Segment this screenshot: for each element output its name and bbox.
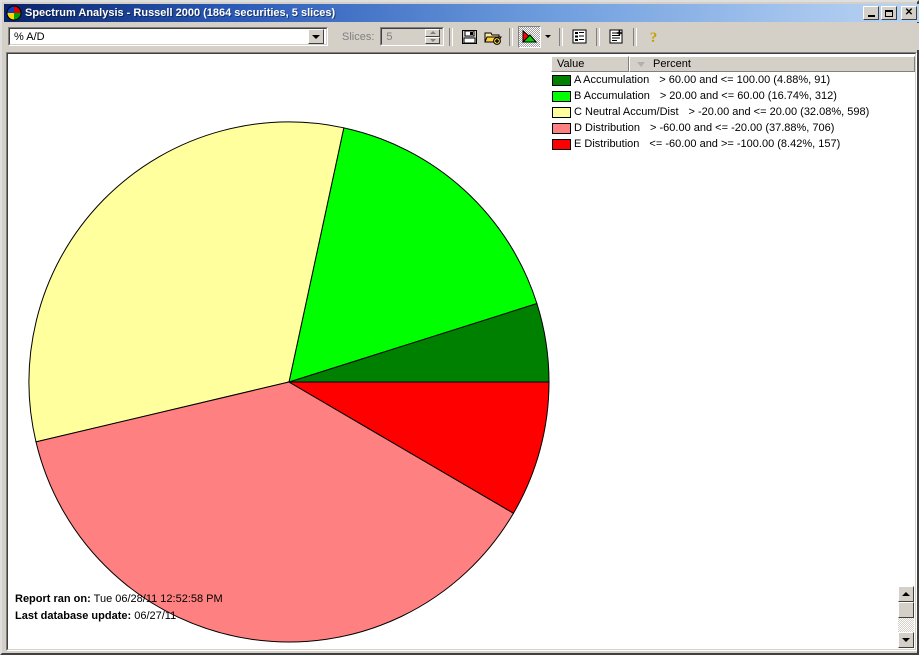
triangle-down-icon <box>429 38 436 42</box>
legend-panel: Value Percent A Accumulation > 60.00 and … <box>551 56 915 152</box>
legend-range: > 20.00 and <= 60.00 (16.74%, 312) <box>659 90 837 102</box>
toolbar-separator <box>509 27 514 46</box>
slices-value: 5 <box>386 30 393 43</box>
slices-label: Slices: <box>342 30 375 43</box>
open-add-icon[interactable] <box>481 26 504 48</box>
triangle-down-glyph <box>544 35 551 38</box>
chevron-down-icon[interactable] <box>308 29 324 44</box>
legend-row[interactable]: A Accumulation > 60.00 and <= 100.00 (4.8… <box>551 72 915 88</box>
window-title: Spectrum Analysis - Russell 2000 (1864 s… <box>25 7 336 19</box>
report-ran-label: Report ran on: <box>15 593 91 605</box>
minimize-icon <box>867 14 875 17</box>
legend-color-swatch <box>552 90 571 102</box>
window-controls: ✕ <box>863 6 917 20</box>
legend-range: <= -60.00 and >= -100.00 (8.42%, 157) <box>649 138 841 150</box>
pie-chart-svg[interactable] <box>8 54 551 649</box>
close-icon: ✕ <box>904 6 914 18</box>
legend-label: A Accumulation <box>574 74 650 86</box>
close-button[interactable]: ✕ <box>901 6 917 20</box>
toolbar-separator <box>449 27 454 46</box>
save-icon[interactable] <box>458 26 481 48</box>
report-ran-value: Tue 06/28/11 12:52:58 PM <box>93 593 223 605</box>
triangle-up-icon <box>902 592 910 596</box>
report-ran-line: Report ran on: Tue 06/28/11 12:52:58 PM <box>15 591 435 608</box>
legend-label: B Accumulation <box>574 90 650 102</box>
toolbar-separator <box>559 27 564 46</box>
legend-row[interactable]: C Neutral Accum/Dist > -20.00 and <= 20.0… <box>551 104 915 120</box>
triangle-down-icon <box>902 638 910 642</box>
report-canvas: Value Percent A Accumulation > 60.00 and … <box>6 52 917 651</box>
triangle-down-glyph <box>312 34 320 39</box>
legend-color-swatch <box>552 106 571 118</box>
minimize-button[interactable] <box>863 6 879 20</box>
legend-row[interactable]: B Accumulation > 20.00 and <= 60.00 (16.7… <box>551 88 915 104</box>
field-combo[interactable]: % A/D <box>8 27 328 46</box>
scroll-down-button[interactable] <box>898 632 914 648</box>
legend-row[interactable]: E Distribution <= -60.00 and >= -100.00 (… <box>551 136 915 152</box>
last-update-label: Last database update: <box>15 610 132 622</box>
chart-type-dropdown-icon[interactable] <box>541 26 554 48</box>
triangle-up-icon <box>429 31 436 35</box>
sort-descending-icon <box>637 61 645 67</box>
application-window: Spectrum Analysis - Russell 2000 (1864 s… <box>0 0 919 655</box>
legend-color-swatch <box>552 74 571 86</box>
column-header-percent[interactable]: Percent <box>629 56 915 72</box>
scrollbar-track[interactable] <box>898 618 914 632</box>
svg-text:?: ? <box>650 30 658 44</box>
scrollbar-thumb[interactable] <box>898 602 914 618</box>
slices-decrement-button[interactable] <box>425 36 441 44</box>
pie-chart <box>8 54 551 649</box>
vertical-scrollbar[interactable] <box>898 586 914 648</box>
column-header-value[interactable]: Value <box>551 56 629 72</box>
field-combo-value: % A/D <box>14 30 45 43</box>
help-icon[interactable]: ? <box>642 26 665 48</box>
legend-range: > -20.00 and <= 20.00 (32.08%, 598) <box>688 106 870 118</box>
report-footer: Report ran on: Tue 06/28/11 12:52:58 PM … <box>15 591 435 625</box>
scroll-up-button[interactable] <box>898 586 914 602</box>
legend-range: > 60.00 and <= 100.00 (4.88%, 91) <box>659 74 831 86</box>
toolbar-separator <box>633 27 638 46</box>
maximize-button[interactable] <box>881 6 897 20</box>
legend-header: Value Percent <box>551 56 915 72</box>
legend-label: C Neutral Accum/Dist <box>574 106 679 118</box>
legend-row[interactable]: D Distribution > -60.00 and <= -20.00 (37… <box>551 120 915 136</box>
toolbar: % A/D Slices: 5 ? <box>4 23 919 50</box>
title-bar: Spectrum Analysis - Russell 2000 (1864 s… <box>4 4 919 22</box>
legend-range: > -60.00 and <= -20.00 (37.88%, 706) <box>650 122 835 134</box>
legend-label: D Distribution <box>574 122 641 134</box>
last-update-value: 06/27/11 <box>134 610 177 622</box>
legend-label: E Distribution <box>574 138 640 150</box>
legend-rows: A Accumulation > 60.00 and <= 100.00 (4.8… <box>551 72 915 152</box>
column-header-percent-label: Percent <box>653 58 691 70</box>
pie-chart-icon <box>6 5 22 21</box>
slices-stepper[interactable]: 5 <box>380 27 445 46</box>
slices-increment-button[interactable] <box>425 29 441 37</box>
toolbar-separator <box>596 27 601 46</box>
legend-color-swatch <box>552 122 571 134</box>
last-update-line: Last database update: 06/27/11 <box>15 608 435 625</box>
legend-color-swatch <box>552 138 571 150</box>
list-report-icon[interactable] <box>568 26 591 48</box>
detail-report-icon[interactable] <box>605 26 628 48</box>
pie-chart-view-icon[interactable] <box>518 25 542 48</box>
slices-spin-buttons[interactable] <box>425 29 441 44</box>
maximize-icon <box>885 9 893 17</box>
